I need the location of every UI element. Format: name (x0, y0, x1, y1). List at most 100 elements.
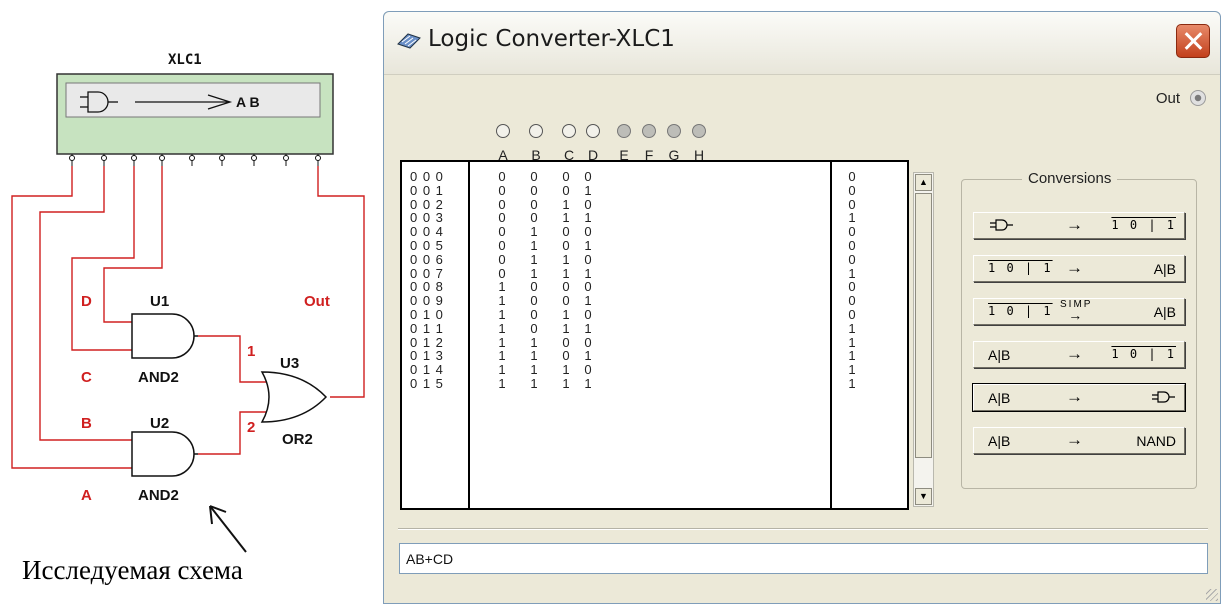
truth-table-cell: 0 (562, 279, 570, 295)
truth-table-cell: 0 (584, 334, 592, 350)
output-cell[interactable]: 0 (844, 239, 860, 253)
input-toggle-e[interactable] (617, 124, 631, 138)
truth-table[interactable]: 0 0 00 0 10 0 20 0 30 0 40 0 50 0 60 0 7… (400, 160, 909, 510)
truth-table-cell: 0 (498, 251, 506, 267)
output-cell[interactable]: 1 (844, 349, 860, 363)
net-label-b: B (81, 415, 92, 432)
device-pin-terminal (159, 155, 165, 161)
truth-table-cell: 1 (530, 334, 538, 350)
truth-table-cell: 0 (530, 169, 538, 184)
truth-table-cell: 0 (584, 196, 592, 212)
output-cell[interactable]: 0 (844, 308, 860, 322)
output-cell[interactable]: 0 (844, 197, 860, 212)
truth-table-cell: 0 (530, 307, 538, 322)
and-gate-u1[interactable] (131, 313, 198, 359)
row-index: 0 1 3 (410, 348, 444, 364)
conversions-group: Conversions → 1 0 | 1 1 0 | 1 → A|B 1 0 … (961, 170, 1197, 489)
scroll-thumb[interactable] (915, 193, 932, 458)
close-button[interactable] (1176, 24, 1210, 58)
truth-table-cell: 1 (562, 307, 570, 322)
truth-table-cell: 1 (584, 182, 592, 198)
output-cell[interactable]: 1 (844, 377, 860, 391)
input-toggle-h[interactable] (692, 124, 706, 138)
expression-label: A|B (1153, 261, 1176, 277)
truth-table-cell: 0 (562, 224, 570, 240)
truth-table-cell: 1 (584, 293, 592, 309)
truth-table-to-simplified-expression-button[interactable]: 1 0 | 1 SIMP → A|B (973, 298, 1185, 325)
resize-grip-icon[interactable] (1206, 589, 1218, 601)
net-label-1: 1 (247, 343, 255, 360)
simplify-arrow-icon: SIMP → (1060, 299, 1093, 323)
output-cell[interactable]: 1 (844, 266, 860, 281)
truth-table-cell: 0 (562, 293, 570, 309)
truth-table-cell: 0 (530, 279, 538, 295)
logic-converter-app-icon (397, 33, 421, 49)
figure-caption: Исследуемая схема (22, 555, 243, 585)
device-pin-terminal (283, 155, 289, 161)
input-toggle-f[interactable] (642, 124, 656, 138)
title-bar[interactable]: Logic Converter-XLC1 (384, 12, 1220, 75)
output-cell[interactable]: 0 (844, 225, 860, 239)
arrow-right-icon: → (1066, 344, 1083, 363)
expression-label: A|B (988, 433, 1011, 449)
truth-table-cell: 1 (562, 320, 570, 336)
truth-table-cell: 0 (584, 307, 592, 322)
truth-table-label: 1 0 | 1 (988, 304, 1053, 318)
device-pin-terminal (315, 155, 321, 161)
input-toggle-a[interactable] (496, 124, 510, 138)
expression-to-nand-button[interactable]: A|B → NAND (973, 427, 1185, 454)
output-cell[interactable]: 1 (844, 335, 860, 350)
row-index: 0 1 2 (410, 334, 444, 350)
truth-table-cell: 0 (530, 210, 538, 226)
scroll-down-button[interactable]: ▼ (915, 488, 932, 505)
input-toggle-g[interactable] (667, 124, 681, 138)
truth-table-cell: 0 (498, 224, 506, 240)
net-label-d: D (81, 293, 92, 310)
truth-table-cell: 1 (530, 265, 538, 281)
expression-to-truth-table-button[interactable]: A|B → 1 0 | 1 (973, 341, 1185, 368)
output-cell[interactable]: 0 (844, 183, 860, 198)
row-index: 0 1 0 (410, 307, 444, 322)
scroll-up-button[interactable]: ▲ (915, 174, 932, 191)
output-cell[interactable]: 1 (844, 211, 860, 225)
row-index: 0 0 2 (410, 196, 444, 212)
truth-table-cell: 1 (584, 238, 592, 253)
output-cell[interactable]: 0 (844, 280, 860, 294)
truth-table-label: 1 0 | 1 (1111, 218, 1176, 232)
output-cell[interactable]: 1 (844, 321, 860, 336)
expression-field[interactable]: AB+CD (399, 543, 1208, 574)
and-gate-u2[interactable] (131, 431, 198, 477)
pointer-arrow-icon (209, 505, 247, 553)
expression-label: A|B (988, 347, 1011, 363)
gate-type-u2: AND2 (138, 487, 179, 504)
row-index: 0 0 9 (410, 293, 444, 309)
or-gate-u3[interactable] (260, 371, 328, 423)
gate-ref-u1: U1 (150, 293, 169, 310)
truth-table-cell: 0 (498, 265, 506, 281)
output-cell[interactable]: 1 (844, 363, 860, 377)
device-pin-terminal (69, 155, 75, 161)
row-index: 0 0 4 (410, 224, 444, 240)
truth-table-cell: 1 (562, 265, 570, 281)
circuit-to-truth-table-button[interactable]: → 1 0 | 1 (973, 212, 1185, 239)
truth-table-label: 1 0 | 1 (1111, 347, 1176, 361)
truth-table-cell: 1 (584, 210, 592, 226)
vertical-scrollbar[interactable]: ▲ ▼ (913, 172, 934, 507)
truth-table-cell: 0 (530, 196, 538, 212)
truth-table-cell: 1 (530, 224, 538, 240)
input-toggle-b[interactable] (529, 124, 543, 138)
truth-table-cell: 1 (530, 238, 538, 253)
output-cell[interactable]: 0 (844, 294, 860, 308)
input-toggle-d[interactable] (586, 124, 600, 138)
output-cell[interactable]: 0 (844, 252, 860, 267)
truth-table-cell: 1 (498, 334, 506, 350)
row-index: 0 0 0 (410, 169, 444, 184)
row-index: 0 0 6 (410, 251, 444, 267)
expression-to-circuit-button[interactable]: A|B → (972, 383, 1186, 412)
output-cell[interactable]: 0 (844, 170, 860, 184)
truth-table-cell: 1 (562, 251, 570, 267)
truth-table-to-expression-button[interactable]: 1 0 | 1 → A|B (973, 255, 1185, 282)
net-label-out: Out (304, 293, 330, 310)
out-terminal-icon[interactable] (1190, 90, 1206, 106)
input-toggle-c[interactable] (562, 124, 576, 138)
